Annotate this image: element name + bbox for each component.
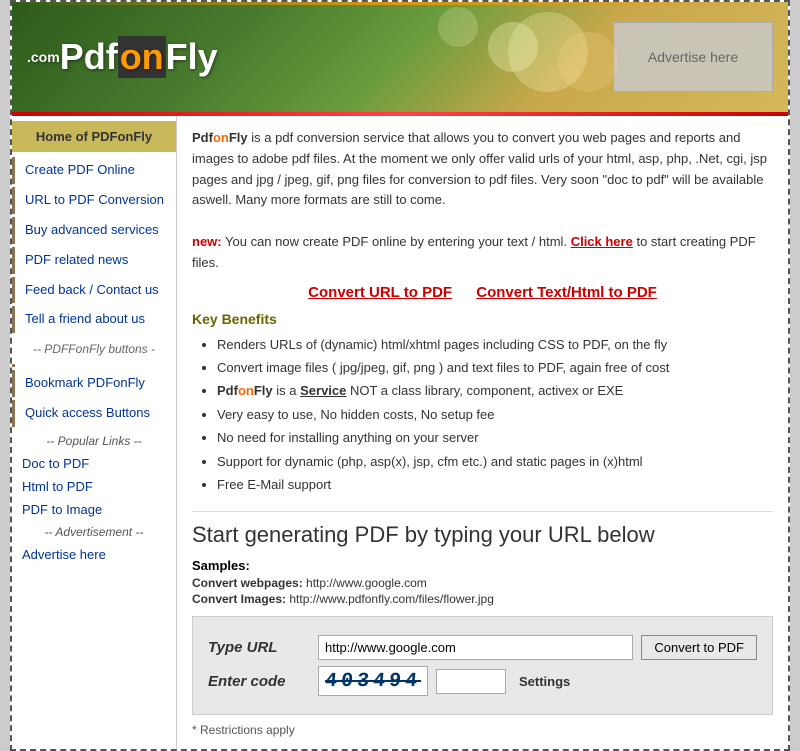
benefit-item: Convert image files ( jpg/jpeg, gif, png…	[217, 356, 773, 379]
sidebar-home[interactable]: Home of PDFonFly	[12, 121, 176, 152]
new-label: new:	[192, 234, 222, 249]
popular-links-label: -- Popular Links --	[12, 430, 176, 452]
sidebar-item-create-pdf[interactable]: Create PDF Online	[12, 157, 176, 184]
logo-fly: Fly	[166, 36, 218, 78]
intro-text-body: is a pdf conversion service that allows …	[192, 130, 767, 207]
click-here-link[interactable]: Click here	[571, 234, 633, 249]
logo-pdf: Pdf	[60, 36, 118, 78]
benefit-item: Very easy to use, No hidden costs, No se…	[217, 403, 773, 426]
intro-paragraph: PdfonFly is a pdf conversion service tha…	[192, 128, 773, 274]
code-label: Enter code	[208, 673, 318, 690]
content-area: PdfonFly is a pdf conversion service tha…	[177, 116, 788, 749]
url-label: Type URL	[208, 639, 318, 656]
header: .com Pdf on Fly Advertise here	[12, 2, 788, 112]
sidebar-link-doc-to-pdf[interactable]: Doc to PDF	[12, 452, 176, 475]
sidebar-item-pdf-news[interactable]: PDF related news	[12, 247, 176, 274]
sidebar-item-quick-access[interactable]: Quick access Buttons	[12, 400, 176, 427]
sidebar-advertise[interactable]: Advertise here	[12, 543, 176, 566]
conversion-form: Type URL Convert to PDF Enter code 40349…	[192, 616, 773, 715]
restrictions-text: * Restrictions apply	[192, 723, 773, 737]
new-text: You can now create PDF online by enterin…	[225, 234, 567, 249]
settings-link[interactable]: Settings	[519, 674, 570, 689]
site-logo: .com Pdf on Fly	[27, 36, 218, 78]
sidebar: Home of PDFonFly Create PDF Online URL t…	[12, 116, 177, 749]
sidebar-buttons-separator: -- PDFFonFly buttons -	[12, 336, 176, 362]
benefit-item: Renders URLs of (dynamic) html/xhtml pag…	[217, 333, 773, 356]
sidebar-item-buy-advanced[interactable]: Buy advanced services	[12, 217, 176, 244]
ad-text: Advertise here	[648, 49, 738, 65]
convert-url-link[interactable]: Convert URL to PDF	[308, 284, 452, 301]
sample-images-label: Convert Images:	[192, 592, 286, 606]
sidebar-item-bookmark[interactable]: Bookmark PDFonFly	[12, 370, 176, 397]
ad-banner[interactable]: Advertise here	[613, 22, 773, 92]
benefit-item: PdfonFly is a Service NOT a class librar…	[217, 379, 773, 402]
code-form-row: Enter code 403494 Settings	[208, 666, 757, 696]
url-section-title: Start generating PDF by typing your URL …	[192, 522, 773, 548]
sidebar-link-html-to-pdf[interactable]: Html to PDF	[12, 475, 176, 498]
sample-webpages-url: http://www.google.com	[306, 576, 427, 590]
main-area: Home of PDFonFly Create PDF Online URL t…	[12, 116, 788, 749]
sample-images-line: Convert Images: http://www.pdfonfly.com/…	[192, 592, 773, 606]
benefit-item: No need for installing anything on your …	[217, 426, 773, 449]
benefit-item: Free E-Mail support	[217, 473, 773, 496]
sidebar-item-url-to-pdf[interactable]: URL to PDF Conversion	[12, 187, 176, 214]
sample-webpages-line: Convert webpages: http://www.google.com	[192, 576, 773, 590]
brand-name-inline: PdfonFly	[192, 130, 248, 145]
sidebar-link-pdf-to-image[interactable]: PDF to Image	[12, 498, 176, 521]
sidebar-item-feedback[interactable]: Feed back / Contact us	[12, 277, 176, 304]
key-benefits-title: Key Benefits	[192, 311, 773, 327]
samples-label: Samples:	[192, 558, 773, 573]
captcha-area: 403494 Settings	[318, 666, 570, 696]
sample-images-url: http://www.pdfonfly.com/files/flower.jpg	[289, 592, 494, 606]
convert-text-link[interactable]: Convert Text/Html to PDF	[476, 284, 657, 301]
logo-on: on	[118, 36, 166, 78]
benefits-list: Renders URLs of (dynamic) html/xhtml pag…	[192, 333, 773, 497]
convert-to-pdf-button[interactable]: Convert to PDF	[641, 635, 757, 660]
logo-com: .com	[27, 49, 60, 65]
captcha-image: 403494	[318, 666, 428, 696]
sample-webpages-label: Convert webpages:	[192, 576, 303, 590]
url-generator-section: Start generating PDF by typing your URL …	[192, 511, 773, 737]
sidebar-item-tell-friend[interactable]: Tell a friend about us	[12, 306, 176, 333]
url-form-row: Type URL Convert to PDF	[208, 635, 757, 660]
advertisement-label: -- Advertisement --	[12, 521, 176, 543]
captcha-value: 403494	[324, 670, 422, 693]
benefit-item: Support for dynamic (php, asp(x), jsp, c…	[217, 450, 773, 473]
captcha-input[interactable]	[436, 669, 506, 694]
convert-links-row: Convert URL to PDF Convert Text/Html to …	[192, 284, 773, 301]
url-input[interactable]	[318, 635, 633, 660]
